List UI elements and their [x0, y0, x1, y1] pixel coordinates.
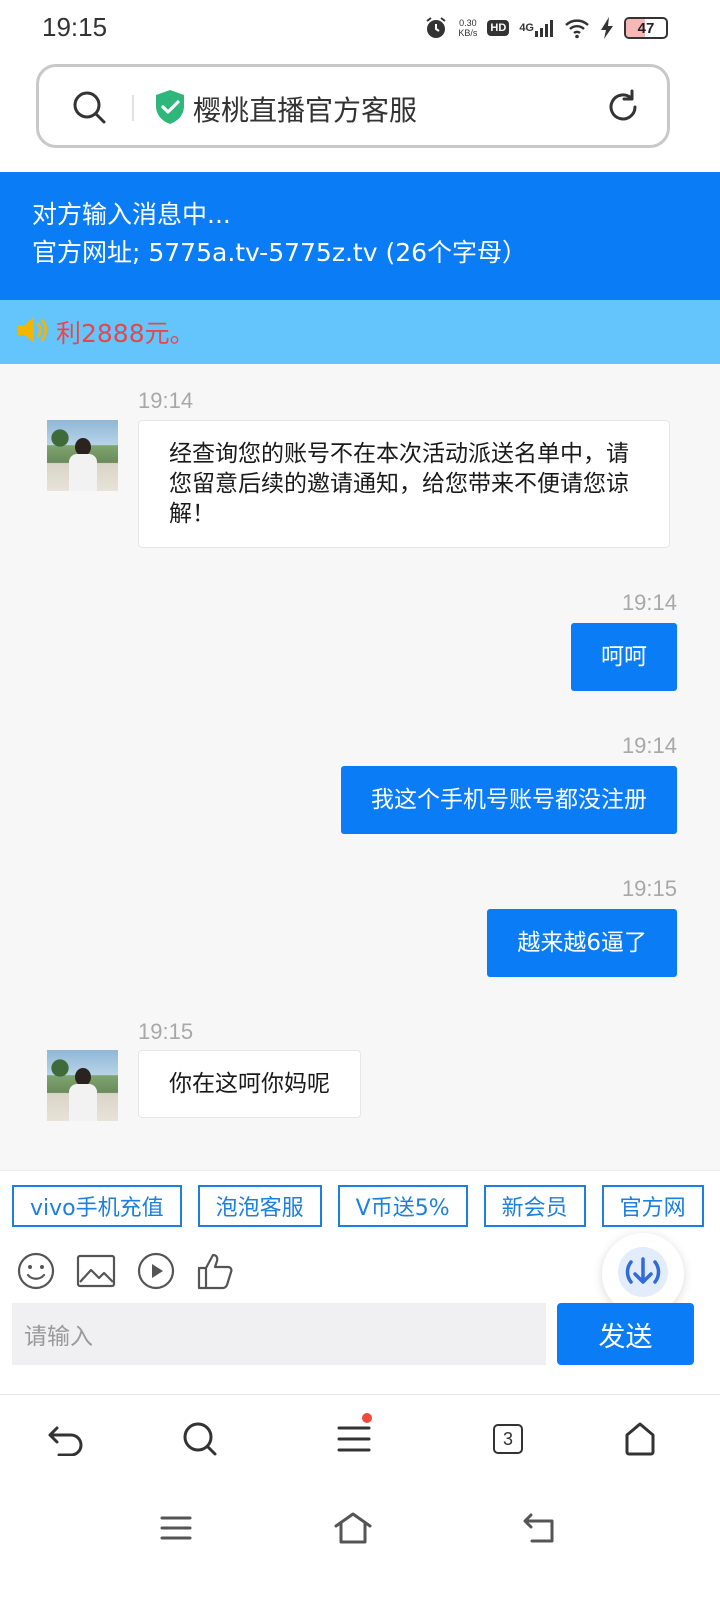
message-bubble-outgoing[interactable]: 呵呵	[571, 623, 677, 691]
network-speed-unit: KB/s	[458, 28, 478, 38]
tabs-icon[interactable]: 3	[488, 1419, 528, 1459]
thumbs-up-icon[interactable]	[196, 1251, 236, 1291]
chat-messages[interactable]: 19:14 经查询您的账号不在本次活动派送名单中，请您留意后续的邀请通知，给您带…	[0, 364, 720, 1170]
official-url-notice: 官方网址; 5775a.tv-5775z.tv (26个字母）	[32, 238, 528, 267]
message-bubble-incoming[interactable]: 你在这呵你妈呢	[138, 1050, 361, 1118]
tab-count: 3	[493, 1424, 523, 1454]
typing-status: 对方输入消息中...	[32, 200, 231, 229]
composer-panel: vivo手机充值 泡泡客服 V币送5% 新会员 官方网 请输入 发送	[0, 1170, 720, 1394]
menu-notification-dot	[362, 1413, 372, 1423]
battery-level: 47	[637, 19, 655, 37]
announcement-marquee: 利2888元。	[0, 300, 720, 364]
page-title[interactable]: 樱桃直播官方客服	[193, 89, 417, 129]
download-icon	[614, 1243, 672, 1305]
recent-apps-icon[interactable]	[156, 1508, 196, 1548]
quick-tag[interactable]: 泡泡客服	[197, 1185, 322, 1227]
network-speed-value: 0.30	[459, 18, 477, 28]
network-type: 4G	[519, 22, 534, 34]
status-icons: 0.30 KB/s HD 4G 47	[424, 14, 668, 42]
video-icon[interactable]	[136, 1251, 176, 1291]
speaker-icon	[16, 315, 50, 349]
home-icon[interactable]	[620, 1419, 660, 1459]
search-icon[interactable]	[71, 89, 107, 129]
marquee-text: 利2888元。	[56, 319, 195, 348]
message-bubble-incoming[interactable]: 经查询您的账号不在本次活动派送名单中，请您留意后续的邀请通知，给您带来不便请您谅…	[138, 420, 670, 548]
message-timestamp: 19:14	[621, 590, 677, 615]
message-timestamp: 19:15	[138, 1019, 194, 1044]
status-time: 19:15	[42, 12, 108, 42]
signal-icon: 4G	[519, 19, 554, 37]
message-bubble-outgoing[interactable]: 我这个手机号账号都没注册	[341, 766, 677, 834]
send-button[interactable]: 发送	[557, 1303, 694, 1365]
browser-toolbar: 3	[0, 1394, 720, 1480]
system-back-icon[interactable]	[520, 1508, 560, 1548]
emoji-icon[interactable]	[16, 1251, 56, 1291]
status-bar: 19:15 0.30 KB/s HD 4G 47	[0, 0, 720, 56]
shield-check-icon	[153, 89, 187, 129]
search-icon[interactable]	[180, 1419, 220, 1459]
message-timestamp: 19:14	[621, 733, 677, 758]
message-timestamp: 19:15	[621, 876, 677, 901]
quick-tag[interactable]: vivo手机充值	[12, 1185, 182, 1227]
composer-tools	[16, 1251, 236, 1291]
back-icon[interactable]	[46, 1419, 86, 1459]
wifi-icon	[564, 17, 590, 39]
hd-badge: HD	[487, 20, 510, 36]
quick-tag[interactable]: 官方网	[601, 1185, 704, 1227]
quick-tag[interactable]: 新会员	[483, 1185, 586, 1227]
reload-icon[interactable]	[605, 89, 641, 129]
battery-indicator: 47	[624, 17, 668, 39]
agent-avatar[interactable]	[47, 1050, 118, 1121]
address-divider	[132, 95, 134, 121]
alarm-icon	[424, 16, 448, 40]
chat-header: 对方输入消息中... 官方网址; 5775a.tv-5775z.tv (26个字…	[0, 172, 720, 300]
quick-tags: vivo手机充值 泡泡客服 V币送5% 新会员 官方网	[12, 1185, 708, 1229]
address-bar[interactable]: 樱桃直播官方客服	[36, 64, 670, 148]
quick-tag[interactable]: V币送5%	[337, 1185, 468, 1227]
message-bubble-outgoing[interactable]: 越来越6逼了	[487, 909, 677, 977]
agent-avatar[interactable]	[47, 420, 118, 491]
system-navigation	[0, 1480, 720, 1600]
message-timestamp: 19:14	[138, 388, 194, 413]
charging-icon	[600, 17, 614, 39]
menu-icon[interactable]	[334, 1413, 374, 1459]
system-home-icon[interactable]	[333, 1508, 373, 1548]
network-speed: 0.30 KB/s	[458, 18, 477, 38]
image-icon[interactable]	[76, 1251, 116, 1291]
message-input[interactable]: 请输入	[12, 1303, 546, 1365]
